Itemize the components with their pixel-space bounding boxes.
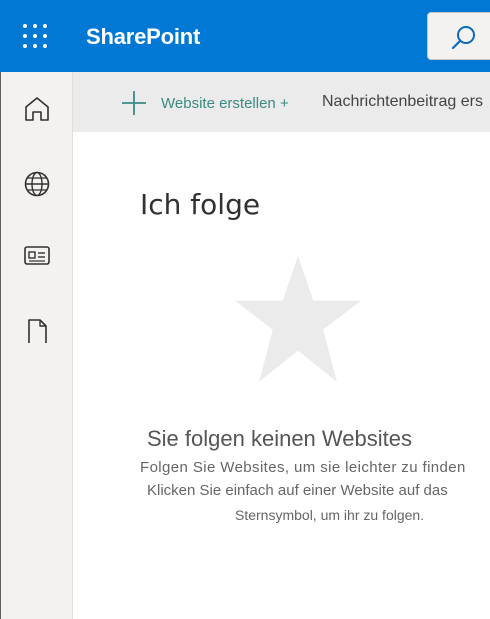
star-icon xyxy=(235,256,361,382)
empty-state-text: Sternsymbol, um ihr zu folgen. xyxy=(235,507,425,523)
nav-home[interactable] xyxy=(20,92,54,126)
command-bar: Website erstellen + Nachrichtenbeitrag e… xyxy=(73,72,490,132)
suite-header: SharePoint xyxy=(0,0,490,72)
create-site-label: Website erstellen + xyxy=(161,94,289,112)
plus-icon xyxy=(122,91,146,115)
nav-files[interactable] xyxy=(20,314,54,348)
create-site-button[interactable]: Website erstellen + xyxy=(121,89,289,117)
left-nav-rail xyxy=(0,72,73,619)
nav-news[interactable] xyxy=(20,239,54,273)
search-button[interactable] xyxy=(427,12,490,60)
news-post-button[interactable]: Nachrichtenbeitrag ers xyxy=(322,93,483,111)
empty-state-text: Klicken Sie einfach auf einer Website au… xyxy=(147,482,448,499)
empty-state-title: Sie folgen keinen Websites xyxy=(147,426,412,451)
empty-state-text: Folgen Sie Websites, um sie leichter zu … xyxy=(140,459,466,476)
news-icon xyxy=(24,246,50,265)
home-icon xyxy=(25,97,49,121)
page-title: Ich folge xyxy=(140,188,261,221)
app-launcher-icon[interactable] xyxy=(22,23,48,49)
globe-icon xyxy=(24,171,50,197)
nav-sites[interactable] xyxy=(20,167,54,201)
search-icon xyxy=(451,26,475,50)
app-title[interactable]: SharePoint xyxy=(86,24,200,50)
document-icon xyxy=(28,319,47,343)
